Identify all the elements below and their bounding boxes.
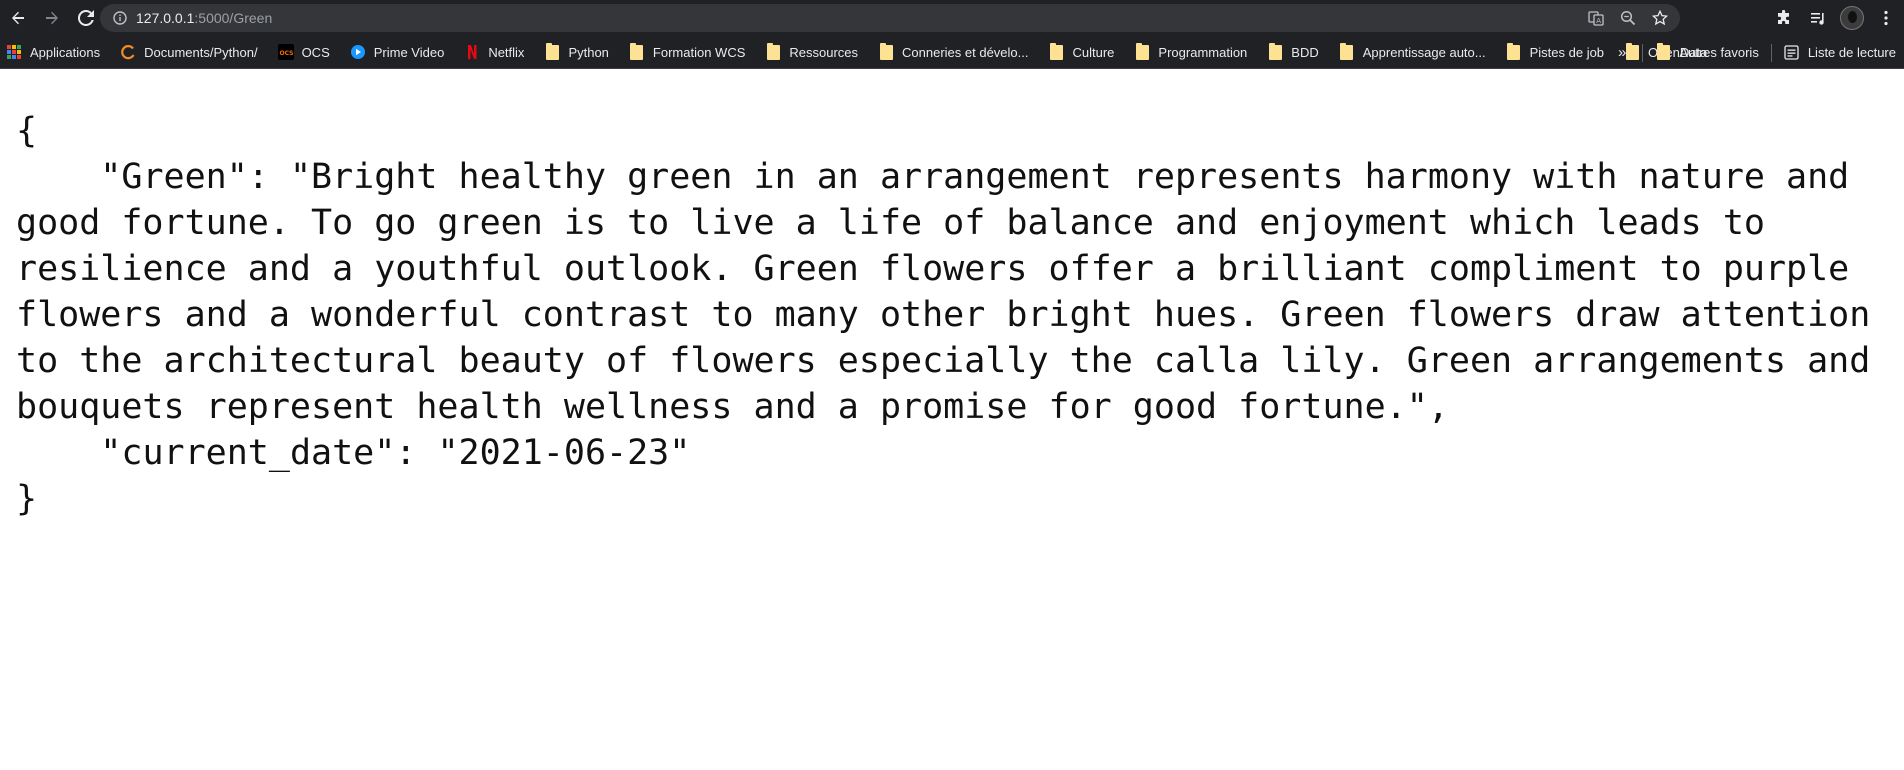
site-icon bbox=[120, 44, 136, 60]
arrow-right-icon bbox=[46, 11, 58, 25]
bookmark-folder-ressources[interactable]: Ressources bbox=[765, 36, 858, 69]
folder-icon bbox=[1049, 42, 1065, 60]
bookmarks-overflow-button[interactable]: » bbox=[1618, 44, 1626, 61]
bookmark-label: Programmation bbox=[1158, 44, 1248, 60]
prime-video-icon bbox=[350, 44, 366, 60]
folder-icon bbox=[878, 42, 894, 60]
bookmark-star-icon[interactable] bbox=[1650, 8, 1670, 28]
reading-list-icon bbox=[1784, 45, 1800, 61]
apps-grid-icon bbox=[6, 44, 22, 60]
bookmark-folder-conneries[interactable]: Conneries et dévelo... bbox=[878, 36, 1029, 69]
bookmark-label: Ressources bbox=[789, 44, 859, 60]
folder-icon bbox=[1339, 42, 1355, 60]
menu-kebab-icon[interactable] bbox=[1872, 4, 1900, 32]
forward-button[interactable] bbox=[36, 2, 68, 34]
divider bbox=[1642, 43, 1644, 62]
ocs-icon: OCS bbox=[277, 44, 294, 60]
svg-text:A: A bbox=[1596, 17, 1601, 25]
bookmark-label: Autres favoris bbox=[1679, 45, 1759, 60]
media-queue-icon[interactable] bbox=[1804, 4, 1832, 32]
reload-button[interactable] bbox=[70, 2, 102, 34]
bookmark-folder-bdd[interactable]: BDD bbox=[1267, 36, 1319, 69]
folder-icon bbox=[765, 42, 781, 60]
svg-text:OCS: OCS bbox=[279, 50, 293, 57]
address-bar[interactable]: 127.0.0.1:5000/Green A bbox=[100, 4, 1680, 32]
bookmarks-bar: Applications Documents/Python/ OCS OCS P… bbox=[0, 36, 1904, 69]
bookmark-label: Conneries et dévelo... bbox=[902, 44, 1029, 60]
zoom-icon[interactable] bbox=[1618, 8, 1638, 28]
translate-icon[interactable]: A bbox=[1586, 8, 1606, 28]
bookmark-label: Python bbox=[568, 44, 609, 60]
bookmark-label: Documents/Python/ bbox=[144, 44, 258, 60]
profile-button[interactable] bbox=[1838, 4, 1866, 32]
folder-icon bbox=[1506, 42, 1522, 60]
bookmark-applications[interactable]: Applications bbox=[6, 36, 100, 69]
folder-icon bbox=[1267, 42, 1283, 60]
bookmark-label: OCS bbox=[301, 44, 330, 60]
bookmark-folder-programmation[interactable]: Programmation bbox=[1134, 36, 1247, 69]
url-path: :5000/Green bbox=[194, 10, 273, 26]
url-host: 127.0.0.1 bbox=[136, 10, 195, 26]
folder-icon bbox=[544, 42, 560, 60]
bookmark-folder-pistes-de-job[interactable]: Pistes de job bbox=[1506, 36, 1604, 69]
bookmark-ocs[interactable]: OCS OCS bbox=[277, 36, 330, 69]
bookmark-folder-apprentissage[interactable]: Apprentissage auto... bbox=[1339, 36, 1486, 69]
reading-list-button[interactable]: Liste de lecture bbox=[1784, 36, 1896, 69]
bookmark-label: Apprentissage auto... bbox=[1362, 44, 1486, 60]
info-icon[interactable] bbox=[112, 10, 128, 26]
bookmark-folder-formation-wcs[interactable]: Formation WCS bbox=[629, 36, 745, 69]
bookmark-other-favorites[interactable]: Autres favoris bbox=[1655, 36, 1759, 69]
folder-icon bbox=[1655, 43, 1671, 61]
bookmark-label: Netflix bbox=[488, 44, 525, 60]
bookmark-label: Liste de lecture bbox=[1807, 45, 1896, 60]
folder-icon bbox=[1134, 42, 1150, 60]
bookmark-label: Culture bbox=[1072, 44, 1115, 60]
bookmark-folder-python[interactable]: Python bbox=[544, 36, 609, 69]
bookmark-prime-video[interactable]: Prime Video bbox=[350, 36, 445, 69]
extensions-puzzle-icon[interactable] bbox=[1770, 4, 1798, 32]
json-response-text: { "Green": "Bright healthy green in an a… bbox=[16, 111, 1871, 519]
avatar bbox=[1840, 6, 1864, 30]
folder-icon bbox=[629, 42, 645, 60]
bookmark-folder-culture[interactable]: Culture bbox=[1049, 36, 1115, 69]
browser-toolbar: 127.0.0.1:5000/Green A bbox=[0, 0, 1904, 36]
bookmark-label: Prime Video bbox=[373, 44, 445, 60]
bookmark-netflix[interactable]: Netflix bbox=[464, 36, 524, 69]
arrow-left-icon bbox=[12, 11, 24, 25]
netflix-icon bbox=[464, 44, 480, 60]
bookmark-label: Applications bbox=[30, 44, 101, 60]
bookmark-label: BDD bbox=[1291, 44, 1319, 60]
reload-icon bbox=[78, 10, 94, 26]
divider bbox=[1770, 43, 1772, 62]
bookmark-label: Formation WCS bbox=[652, 44, 746, 60]
url-text[interactable]: 127.0.0.1:5000/Green bbox=[136, 10, 272, 26]
bookmark-label: Pistes de job bbox=[1529, 44, 1605, 60]
back-button[interactable] bbox=[2, 2, 34, 34]
bookmark-documents-python[interactable]: Documents/Python/ bbox=[120, 36, 258, 69]
